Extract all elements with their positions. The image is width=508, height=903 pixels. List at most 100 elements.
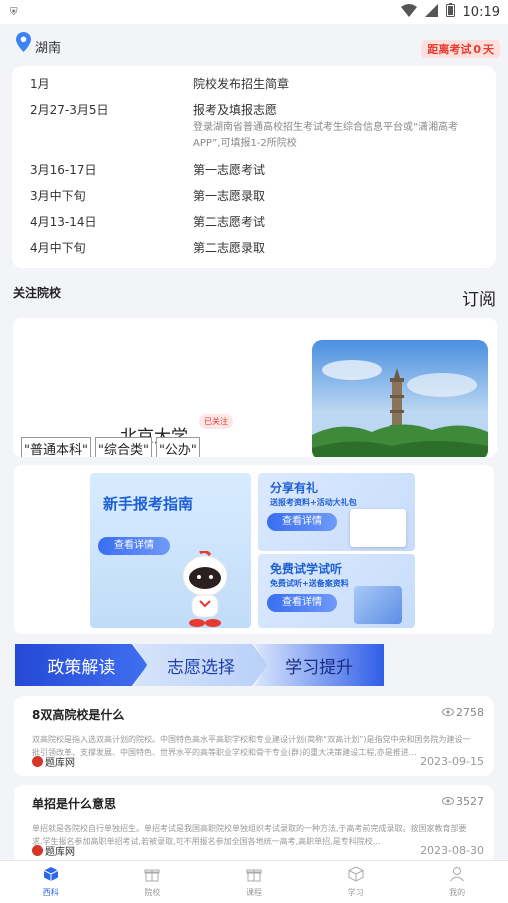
exam-schedule-card: 1月 院校发布招生简章 2月27-3月5日 报考及填报志愿 登录湖南省普通高校招…	[12, 66, 496, 268]
battery-icon	[445, 3, 455, 21]
news-views: 2758	[442, 706, 484, 719]
schedule-event: 报考及填报志愿	[193, 103, 278, 117]
nav-label: 学习	[347, 888, 364, 897]
promo-banner-card: 新手报考指南 查看详情 分享有礼 送报考资料+活动大礼包 查看详情 免费试学试听…	[14, 465, 494, 634]
news-source: 题库网	[32, 754, 75, 769]
countdown-unit: 天	[483, 43, 494, 56]
followed-schools-title: 关注院校	[13, 286, 62, 300]
beginner-guide-banner[interactable]: 新手报考指南 查看详情	[90, 473, 251, 628]
schedule-date: 4月中下旬	[30, 241, 86, 255]
school-tags: "普通本科" "综合类" "公办"	[21, 437, 200, 457]
free-trial-subtitle: 免费试听+送备案资料	[270, 579, 349, 588]
clock-time: 10:19	[462, 4, 500, 20]
source-logo-icon	[32, 845, 43, 856]
view-details-button[interactable]: 查看详情	[267, 594, 337, 612]
nav-item-home[interactable]: 西科	[0, 861, 102, 903]
schedule-note: 登录湖南省普通高校招生考试考生综合信息平台或“潇湘高考APP”,可填报1-2所院…	[193, 122, 459, 149]
nav-label: 课程	[245, 888, 262, 897]
school-photo	[312, 340, 488, 457]
school-card[interactable]: 北京大学 已关注 "普通本科" "综合类" "公办"	[13, 318, 497, 457]
source-name: 题库网	[45, 847, 75, 858]
schedule-date: 2月27-3月5日	[30, 103, 109, 117]
user-icon	[449, 866, 465, 884]
schedule-date: 4月13-14日	[30, 215, 97, 229]
schedule-row: 3月中下旬 第一志愿录取	[30, 188, 478, 204]
eye-icon	[442, 706, 454, 719]
gift-package-icon	[350, 509, 406, 547]
school-tag: "公办"	[155, 437, 200, 457]
countdown-days: 0	[473, 42, 481, 56]
nav-label: 院校	[144, 888, 161, 897]
schedule-event: 第一志愿考试	[193, 163, 266, 177]
tab-policy[interactable]: 政策解读	[15, 644, 148, 686]
tab-label: 政策解读	[47, 657, 116, 678]
eye-icon	[442, 795, 454, 808]
location-label: 湖南	[35, 41, 62, 56]
news-card[interactable]: 8双高院校是什么 2758 双高院校是指入选双高计划的院校。中国特色高水平高职学…	[14, 696, 494, 776]
news-views: 3527	[442, 795, 484, 808]
school-tag: "综合类"	[94, 437, 152, 457]
news-source: 题库网	[32, 843, 75, 858]
free-trial-title: 免费试学试听	[270, 562, 343, 576]
status-bar: ⛨ 10:19	[0, 0, 508, 24]
exam-countdown-badge: 距离考试 0 天	[421, 40, 500, 58]
schedule-row: 4月中下旬 第二志愿录取	[30, 240, 478, 256]
nav-label: 西科	[42, 888, 59, 897]
news-card[interactable]: 单招是什么意思 3527 单招就是各院校自行单独招生。单招考试是我国高职院校单独…	[14, 785, 494, 865]
category-tabs: 政策解读 志愿选择 学习提升	[15, 644, 384, 686]
wifi-icon	[400, 3, 417, 21]
schedule-row: 4月13-14日 第二志愿考试	[30, 214, 478, 230]
news-title: 8双高院校是什么	[32, 708, 125, 722]
nav-item-schools[interactable]: 院校	[102, 861, 204, 903]
schedule-event: 第二志愿考试	[193, 215, 266, 229]
signal-icon	[424, 3, 438, 21]
top-bar: 湖南 距离考试 0 天	[0, 24, 508, 64]
nav-label: 我的	[449, 888, 466, 897]
nav-item-courses[interactable]: 课程	[203, 861, 305, 903]
schedule-row: 1月 院校发布招生简章	[30, 76, 478, 92]
subscribe-button[interactable]: 订阅	[462, 285, 496, 310]
schedule-date: 3月16-17日	[30, 163, 97, 177]
schedule-date: 1月	[30, 77, 50, 91]
share-gift-title: 分享有礼	[270, 481, 319, 495]
tab-study[interactable]: 学习提升	[254, 644, 384, 686]
guide-title: 新手报考指南	[103, 495, 194, 513]
view-details-button[interactable]: 查看详情	[267, 513, 337, 531]
location-pin-icon	[16, 32, 31, 56]
source-name: 题库网	[45, 758, 75, 769]
schedule-event: 第一志愿录取	[193, 189, 266, 203]
news-view-count: 3527	[456, 795, 484, 808]
news-date: 2023-09-15	[420, 755, 484, 768]
schedule-event: 院校发布招生简章	[193, 77, 290, 91]
bottom-nav: 西科 院校 课程 学习 我的	[0, 860, 508, 903]
schedule-date: 3月中下旬	[30, 189, 86, 203]
free-trial-banner[interactable]: 免费试学试听 免费试听+送备案资料 查看详情	[258, 554, 415, 628]
robot-mascot-icon	[170, 549, 240, 631]
school-tag: "普通本科"	[21, 437, 91, 457]
gift-icon	[144, 866, 160, 884]
news-footer: 题库网 2023-09-15	[32, 754, 484, 769]
news-footer: 题库网 2023-08-30	[32, 843, 484, 858]
tab-label: 志愿选择	[167, 657, 235, 678]
share-gift-banner[interactable]: 分享有礼 送报考资料+活动大礼包 查看详情	[258, 473, 415, 551]
document-icon	[354, 586, 402, 624]
schedule-row: 3月16-17日 第一志愿考试	[30, 162, 478, 178]
box-icon	[348, 866, 364, 884]
cube-icon	[43, 866, 59, 884]
gift-icon	[246, 866, 262, 884]
share-gift-subtitle: 送报考资料+活动大礼包	[270, 498, 357, 507]
view-details-button[interactable]: 查看详情	[98, 537, 170, 555]
tab-label: 学习提升	[285, 657, 354, 678]
nav-item-study[interactable]: 学习	[305, 861, 407, 903]
schedule-row: 2月27-3月5日 报考及填报志愿 登录湖南省普通高校招生考试考生综合信息平台或…	[30, 102, 478, 152]
shield-notification-icon: ⛨	[10, 6, 18, 18]
news-view-count: 2758	[456, 706, 484, 719]
news-date: 2023-08-30	[420, 844, 484, 857]
countdown-prefix: 距离考试	[427, 43, 472, 56]
followed-badge[interactable]: 已关注	[199, 414, 233, 429]
location-selector[interactable]: 湖南	[16, 32, 61, 56]
tab-volunteer[interactable]: 志愿选择	[133, 644, 269, 686]
source-logo-icon	[32, 756, 43, 767]
nav-item-profile[interactable]: 我的	[406, 861, 508, 903]
schedule-event: 第二志愿录取	[193, 241, 266, 255]
